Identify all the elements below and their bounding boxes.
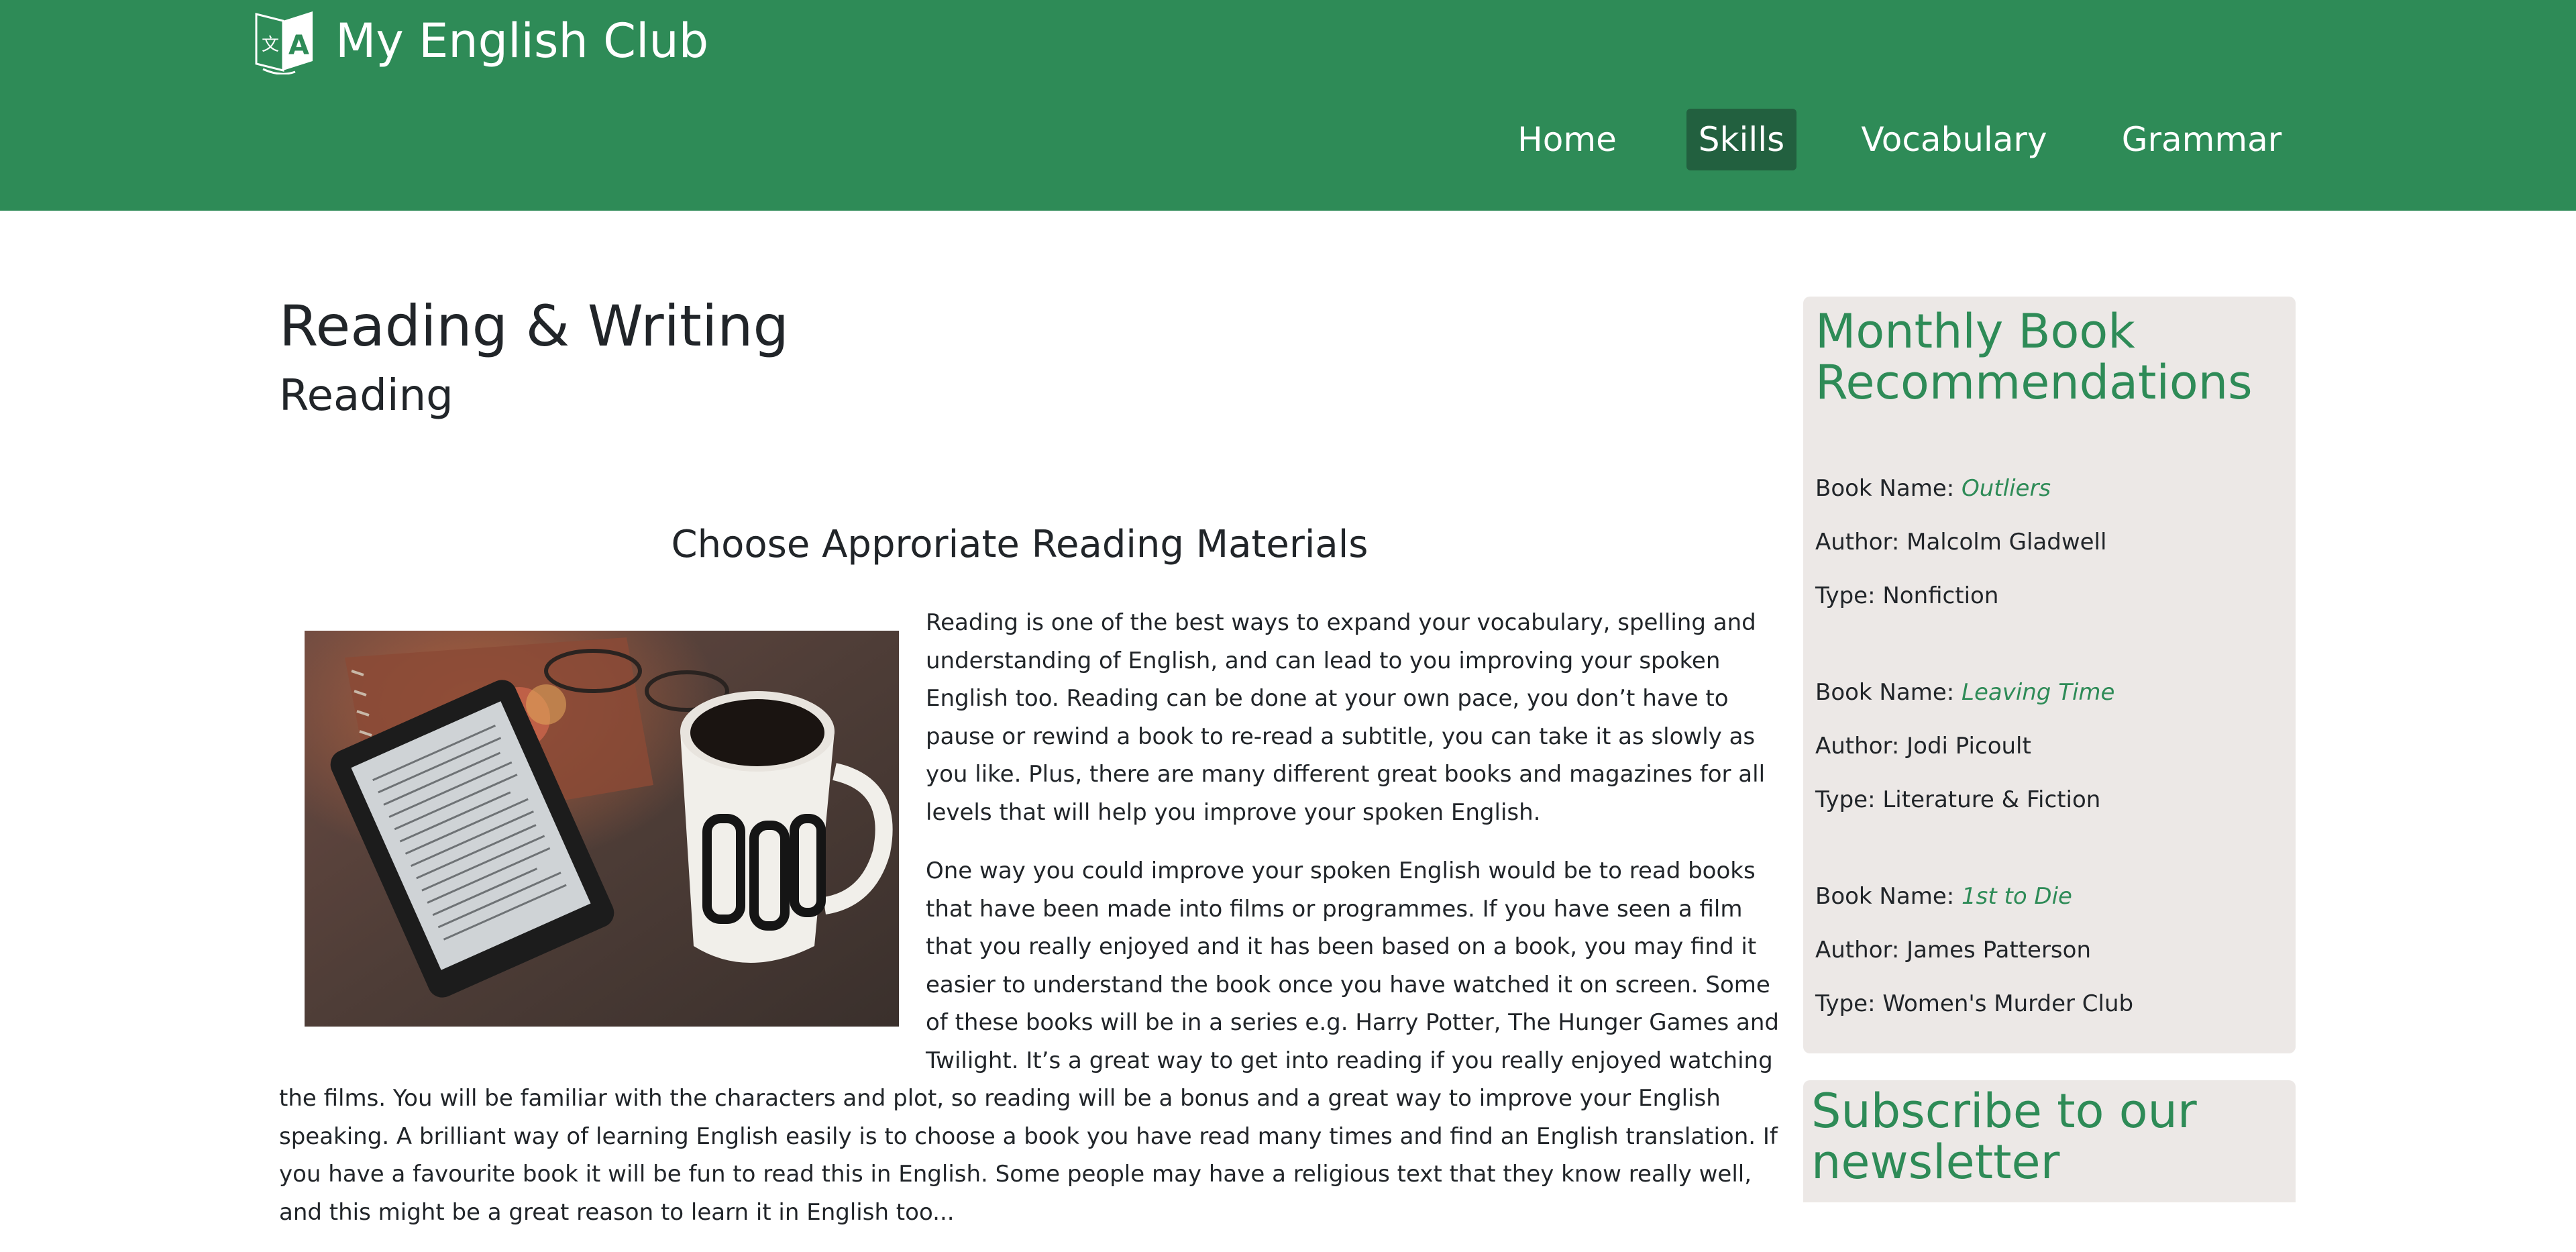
logo-cjk-letter: 文 — [262, 35, 279, 55]
site-header: 文 A My English Club Home Skills Vocabula… — [0, 0, 2576, 211]
book-name-link[interactable]: Leaving Time — [1962, 679, 2114, 706]
newsletter-title: Subscribe to our newsletter — [1811, 1084, 2197, 1190]
book-name-label: Book Name: — [1815, 475, 1962, 502]
page-title: Reading & Writing — [279, 293, 789, 359]
book-type-row: Type: Literature & Fiction — [1815, 786, 2100, 813]
book-type-row: Type: Women's Murder Club — [1815, 990, 2133, 1017]
page-subtitle: Reading — [279, 371, 453, 421]
nav-item-skills[interactable]: Skills — [1686, 109, 1796, 170]
book-type-row: Type: Nonfiction — [1815, 582, 1998, 609]
book-name-row: Book Name: Outliers — [1815, 475, 2051, 502]
section-title: Choose Approriate Reading Materials — [671, 523, 1368, 566]
book-type-label: Type: — [1815, 786, 1883, 813]
book-author-row: Author: Malcolm Gladwell — [1815, 529, 2106, 556]
book-author-row: Author: James Patterson — [1815, 937, 2091, 963]
book-name-row: Book Name: 1st to Die — [1815, 883, 2072, 910]
book-name-link[interactable]: 1st to Die — [1962, 883, 2072, 910]
book-name-row: Book Name: Leaving Time — [1815, 679, 2114, 706]
book-author-value: James Patterson — [1907, 937, 2091, 963]
book-type-label: Type: — [1815, 582, 1883, 609]
newsletter-card: Subscribe to our newsletter — [1803, 1080, 2296, 1202]
translate-book-icon: 文 A — [255, 11, 313, 74]
logo-a-letter: A — [288, 30, 309, 61]
book-type-label: Type: — [1815, 990, 1883, 1017]
book-recommendations-card: Monthly Book Recommendations Book Name: … — [1803, 297, 2296, 1053]
book-name-link[interactable]: Outliers — [1962, 475, 2051, 502]
article-body: Reading is one of the best ways to expan… — [279, 604, 1779, 1252]
nav-item-home[interactable]: Home — [1500, 109, 1634, 170]
nav-item-vocabulary[interactable]: Vocabulary — [1850, 109, 2058, 170]
book-type-value: Literature & Fiction — [1882, 786, 2101, 813]
ereader-coffee-photo — [305, 631, 899, 1027]
brand[interactable]: 文 A My English Club — [254, 4, 708, 78]
book-name-label: Book Name: — [1815, 883, 1962, 910]
main-nav: Home Skills Vocabulary Grammar — [0, 109, 2576, 170]
book-name-label: Book Name: — [1815, 679, 1962, 706]
book-author-row: Author: Jodi Picoult — [1815, 733, 2031, 760]
nav-item-grammar[interactable]: Grammar — [2113, 109, 2290, 170]
site-title: My English Club — [335, 13, 709, 68]
book-author-value: Jodi Picoult — [1907, 733, 2031, 760]
book-type-value: Nonfiction — [1882, 582, 1999, 609]
book-author-label: Author: — [1815, 529, 1907, 556]
book-type-value: Women's Murder Club — [1882, 990, 2134, 1017]
book-author-label: Author: — [1815, 733, 1907, 760]
book-author-label: Author: — [1815, 937, 1907, 963]
recommendations-title: Monthly Book Recommendations — [1815, 304, 2253, 410]
book-author-value: Malcolm Gladwell — [1907, 529, 2107, 556]
